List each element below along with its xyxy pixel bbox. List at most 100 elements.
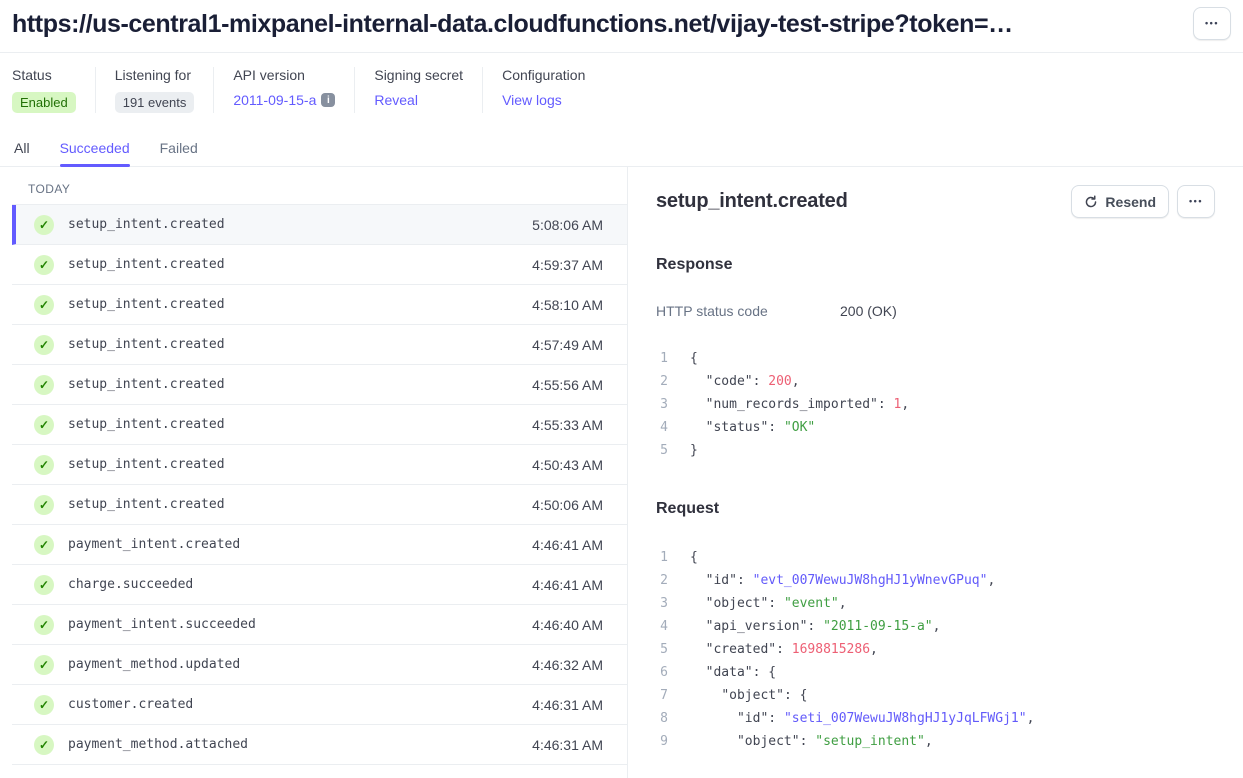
line-number: 4 — [656, 615, 668, 638]
code-token: : — [768, 707, 784, 730]
event-group-header: TODAY — [12, 167, 627, 205]
event-name: setup_intent.created — [68, 377, 225, 392]
success-check-icon: ✓ — [34, 455, 54, 475]
code-line: 8 "id": "seti_007WewuJW8hgHJ1yJqLFWGj1", — [656, 707, 1215, 730]
code-token: { — [690, 347, 698, 370]
code-token — [690, 730, 737, 753]
line-number: 2 — [656, 370, 668, 393]
event-name: setup_intent.created — [68, 217, 225, 232]
event-name: setup_intent.created — [68, 457, 225, 472]
event-list-item[interactable]: ✓setup_intent.created4:55:33 AM — [12, 405, 627, 445]
code-token: : — [878, 393, 894, 416]
code-token: 1 — [894, 393, 902, 416]
success-check-icon: ✓ — [34, 295, 54, 315]
detail-more-button[interactable]: ••• — [1177, 185, 1215, 218]
code-token: "api_version" — [706, 615, 808, 638]
code-token: , — [870, 638, 878, 661]
code-token: : — [753, 370, 769, 393]
event-detail-title: setup_intent.created — [656, 190, 848, 213]
code-token: { — [690, 546, 698, 569]
code-line: 1{ — [656, 347, 1215, 370]
tab-succeeded[interactable]: Succeeded — [60, 140, 130, 166]
code-token — [690, 707, 737, 730]
success-check-icon: ✓ — [34, 495, 54, 515]
line-number: 1 — [656, 546, 668, 569]
request-heading: Request — [656, 500, 1215, 518]
code-line: 1{ — [656, 546, 1215, 569]
status-badge: Enabled — [12, 92, 76, 113]
code-token: , — [901, 393, 909, 416]
meta-item-listening-for: Listening for191 events — [115, 67, 215, 113]
tab-failed[interactable]: Failed — [160, 140, 198, 166]
code-token: } — [690, 439, 698, 462]
event-name: customer.created — [68, 697, 193, 712]
code-token: "event" — [784, 592, 839, 615]
code-token: : — [768, 416, 784, 439]
event-list-item[interactable]: ✓payment_method.attached4:46:31 AM — [12, 725, 627, 765]
event-time: 4:46:41 AM — [532, 577, 603, 593]
code-token: "evt_007WewuJW8hgHJ1yWnevGPuq" — [753, 569, 988, 592]
response-code-block: 1{2 "code": 200,3 "num_records_imported"… — [656, 347, 1215, 462]
request-code-block: 1{2 "id": "evt_007WewuJW8hgHJ1yWnevGPuq"… — [656, 546, 1215, 753]
event-list-item[interactable]: ✓setup_intent.created4:59:37 AM — [12, 245, 627, 285]
event-name: charge.succeeded — [68, 577, 193, 592]
meta-link-signing-secret[interactable]: Reveal — [374, 92, 418, 108]
event-list-item[interactable]: ✓setup_intent.created4:50:06 AM — [12, 485, 627, 525]
event-list-item[interactable]: ✓setup_intent.created4:55:56 AM — [12, 365, 627, 405]
meta-label: Status — [12, 67, 76, 83]
event-name: setup_intent.created — [68, 337, 225, 352]
code-line: 5 "created": 1698815286, — [656, 638, 1215, 661]
line-number: 5 — [656, 638, 668, 661]
event-list-item[interactable]: ✓customer.created4:46:31 AM — [12, 685, 627, 725]
event-name: payment_method.attached — [68, 737, 248, 752]
line-number: 5 — [656, 439, 668, 462]
code-token: "object" — [706, 592, 769, 615]
line-number: 7 — [656, 684, 668, 707]
event-name: setup_intent.created — [68, 497, 225, 512]
event-list-item[interactable]: ✓payment_intent.succeeded4:46:40 AM — [12, 605, 627, 645]
code-token: 200 — [768, 370, 791, 393]
code-token: "object" — [721, 684, 784, 707]
tab-all[interactable]: All — [14, 140, 30, 166]
code-token: : — [768, 592, 784, 615]
event-list-item[interactable]: ✓setup_intent.created4:57:49 AM — [12, 325, 627, 365]
line-number: 4 — [656, 416, 668, 439]
http-status-value: 200 (OK) — [840, 303, 897, 319]
code-line: 3 "num_records_imported": 1, — [656, 393, 1215, 416]
code-token: 1698815286 — [792, 638, 870, 661]
resend-button[interactable]: Resend — [1071, 185, 1169, 218]
header-more-button[interactable]: ••• — [1193, 7, 1231, 40]
ellipsis-icon: ••• — [1205, 19, 1219, 28]
event-list-item[interactable]: ✓charge.succeeded4:46:41 AM — [12, 565, 627, 605]
event-list-item[interactable]: ✓ setup_intent.created 4:50:43 AM — [12, 445, 627, 485]
code-token: : — [800, 730, 816, 753]
meta-label: Signing secret — [374, 67, 463, 83]
line-number: 3 — [656, 393, 668, 416]
code-token: , — [925, 730, 933, 753]
code-token: "setup_intent" — [815, 730, 925, 753]
event-time: 4:46:31 AM — [532, 697, 603, 713]
code-token: "OK" — [784, 416, 815, 439]
code-token — [690, 615, 706, 638]
event-list-item[interactable]: ✓payment_method.updated4:46:32 AM — [12, 645, 627, 685]
event-time: 4:46:32 AM — [532, 657, 603, 673]
success-check-icon: ✓ — [34, 655, 54, 675]
event-time: 4:50:43 AM — [532, 457, 603, 473]
event-list-item[interactable]: ✓setup_intent.created5:08:06 AM — [12, 205, 627, 245]
meta-link-api-version[interactable]: 2011-09-15-ai — [233, 92, 335, 108]
event-list-item[interactable]: ✓setup_intent.created4:58:10 AM — [12, 285, 627, 325]
code-token: : — [807, 615, 823, 638]
event-name: setup_intent.created — [68, 257, 225, 272]
code-token — [690, 569, 706, 592]
event-list-item[interactable]: ✓payment_intent.created4:46:41 AM — [12, 525, 627, 565]
event-time: 4:46:31 AM — [532, 737, 603, 753]
meta-link-configuration[interactable]: View logs — [502, 92, 562, 108]
meta-item-configuration: ConfigurationView logs — [502, 67, 604, 113]
code-token: "num_records_imported" — [706, 393, 878, 416]
event-detail-panel: setup_intent.created Resend ••• Response — [627, 167, 1243, 778]
code-token — [690, 684, 721, 707]
ellipsis-icon: ••• — [1189, 197, 1203, 206]
event-name: setup_intent.created — [68, 297, 225, 312]
success-check-icon: ✓ — [34, 415, 54, 435]
meta-item-signing-secret: Signing secret Reveal — [374, 67, 483, 113]
